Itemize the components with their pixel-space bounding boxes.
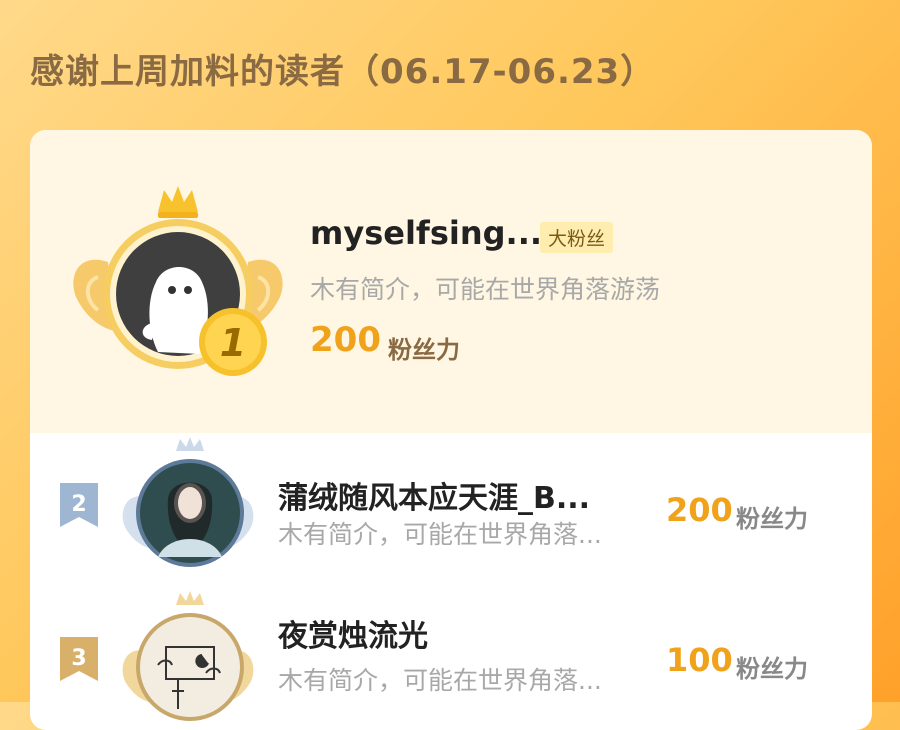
svg-text:3: 3 <box>71 646 86 671</box>
svg-text:2: 2 <box>71 492 86 517</box>
crown-icon <box>176 437 204 451</box>
reader-score: 200 <box>666 491 733 529</box>
fan-level-badge: 大粉丝 <box>540 222 614 253</box>
page-title: 感谢上周加料的读者（06.17-06.23） <box>30 52 656 92</box>
crown-icon <box>158 186 198 218</box>
reader-bio: 木有简介，可能在世界角落... <box>278 520 602 549</box>
top-reader-name[interactable]: myselfsing... <box>310 214 542 252</box>
top-reader-badge[interactable]: 1 <box>68 182 288 382</box>
reader-avatar-frame[interactable] <box>118 437 258 577</box>
reader-name[interactable]: 夜赏烛流光 <box>278 611 428 655</box>
top-reader-score: 200 <box>310 320 381 360</box>
rank-medal-1: 1 <box>199 308 267 376</box>
reader-score-unit: 粉丝力 <box>736 655 808 683</box>
top-reader-bio: 木有简介，可能在世界角落游荡 <box>310 275 661 304</box>
crown-icon <box>176 591 204 605</box>
reader-bio: 木有简介，可能在世界角落... <box>278 666 602 695</box>
reader-avatar-frame[interactable] <box>118 591 258 730</box>
rank-flag-2: 2 <box>60 483 98 527</box>
reader-name[interactable]: 蒲绒随风本应天涯_B... <box>278 473 590 517</box>
reader-row[interactable]: 3 夜赏烛流光 木有简介，可能在世界角落... 100 粉丝力 <box>30 585 872 730</box>
reader-score-unit: 粉丝力 <box>736 505 808 533</box>
svg-text:1: 1 <box>220 321 246 365</box>
reader-score: 100 <box>666 641 733 679</box>
avatar <box>140 617 240 717</box>
leaderboard-card: 1 myselfsing... 大粉丝 木有简介，可能在世界角落游荡 200 粉… <box>30 130 872 730</box>
top-reader-score-unit: 粉丝力 <box>388 336 460 364</box>
top-reader-section[interactable]: 1 myselfsing... 大粉丝 木有简介，可能在世界角落游荡 200 粉… <box>30 130 872 433</box>
rank-flag-3: 3 <box>60 637 98 681</box>
reader-row[interactable]: 2 蒲绒随风本应天涯_B... 木有简介，可能在世界角落... 200 粉丝力 <box>30 433 872 583</box>
